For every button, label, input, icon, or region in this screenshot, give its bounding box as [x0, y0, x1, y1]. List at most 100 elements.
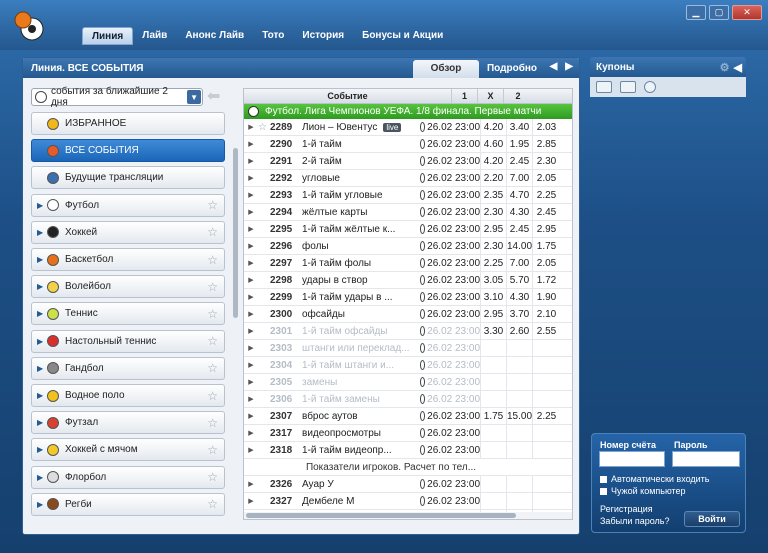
sidebar-item-5[interactable]: ▶ Баскетбол ☆: [31, 248, 225, 271]
odd-2[interactable]: 2.95: [532, 220, 560, 238]
league-row[interactable]: Футбол. Лига Чемпионов УЕФА. 1/8 финала.…: [244, 104, 572, 119]
expand-icon[interactable]: ▶: [37, 391, 45, 400]
odd-1[interactable]: 2.25: [480, 254, 506, 272]
odd-x[interactable]: 15.00: [506, 407, 532, 425]
tab-0[interactable]: Линия: [82, 27, 134, 45]
table-row[interactable]: ▶ 2292 угловые 26.02 23:00 2.20 7.00 2.05: [244, 169, 572, 187]
sidebar-item-1[interactable]: ВСЕ СОБЫТИЯ: [31, 139, 225, 163]
close-button[interactable]: ✕: [732, 5, 762, 20]
expand-icon[interactable]: ▶: [244, 310, 258, 318]
auto-login-checkbox[interactable]: Автоматически входить: [600, 474, 710, 484]
sidebar-item-9[interactable]: ▶ Гандбол ☆: [31, 356, 225, 380]
expand-icon[interactable]: ▶: [244, 361, 258, 369]
tab-4[interactable]: История: [293, 27, 353, 45]
expand-icon[interactable]: ▶: [244, 344, 258, 352]
pin-icon[interactable]: ◀: [734, 61, 742, 74]
maximize-button[interactable]: ▢: [709, 5, 729, 20]
odd-x[interactable]: 4.70: [506, 186, 532, 204]
odd-1[interactable]: 4.20: [480, 152, 506, 170]
forgot-password-link[interactable]: Забыли пароль?: [600, 516, 669, 526]
table-row[interactable]: ▶ 2307 вброс аутов 26.02 23:00 1.75 15.00 2.25: [244, 407, 572, 425]
expand-icon[interactable]: ▶: [244, 140, 258, 148]
expand-icon[interactable]: ▶: [244, 378, 258, 386]
odd-2[interactable]: 2.45: [532, 203, 560, 221]
tab-5[interactable]: Бонусы и Акции: [353, 27, 452, 45]
odd-1[interactable]: 4.20: [480, 118, 506, 136]
odd-x[interactable]: [506, 390, 532, 408]
odd-1[interactable]: 2.35: [480, 186, 506, 204]
favorite-star-icon[interactable]: ☆: [207, 253, 218, 267]
odd-1[interactable]: [480, 424, 506, 442]
system-bet-icon[interactable]: [644, 81, 656, 93]
favorite-star-icon[interactable]: ☆: [207, 334, 218, 348]
expand-icon[interactable]: ▶: [37, 255, 45, 264]
table-row[interactable]: ▶ 2317 видеопросмотры 26.02 23:00: [244, 424, 572, 442]
favorite-star-icon[interactable]: ☆: [207, 280, 218, 294]
odd-x[interactable]: 3.40: [506, 118, 532, 136]
expand-icon[interactable]: ▶: [244, 446, 258, 454]
events-scrollbar[interactable]: [244, 512, 572, 519]
sidebar-scrollbar[interactable]: [233, 88, 238, 528]
odd-x[interactable]: 4.30: [506, 288, 532, 306]
password-input[interactable]: [672, 451, 740, 467]
expand-icon[interactable]: ▶: [244, 497, 258, 505]
express-bet-icon[interactable]: [620, 81, 636, 93]
expand-icon[interactable]: ▶: [37, 418, 45, 427]
odd-2[interactable]: 2.25: [532, 186, 560, 204]
sidebar-item-12[interactable]: ▶ Хоккей с мячом ☆: [31, 438, 225, 462]
odd-1[interactable]: 3.05: [480, 271, 506, 289]
odd-x[interactable]: [506, 373, 532, 391]
table-row[interactable]: ▶ 2290 1-й тайм 26.02 23:00 4.60 1.95 2.85: [244, 135, 572, 153]
arrow-right-icon[interactable]: ▶: [565, 61, 573, 72]
odd-1[interactable]: 1.75: [480, 407, 506, 425]
table-row[interactable]: ▶ 2326 Ауар У 26.02 23:00: [244, 475, 572, 493]
expand-icon[interactable]: ▶: [244, 429, 258, 437]
odd-x[interactable]: 14.00: [506, 237, 532, 255]
table-row[interactable]: ▶ 2296 фолы 26.02 23:00 2.30 14.00 1.75: [244, 237, 572, 255]
odd-2[interactable]: 2.55: [532, 322, 560, 340]
sidebar-item-10[interactable]: ▶ Водное поло ☆: [31, 384, 225, 407]
tab-1[interactable]: Лайв: [133, 27, 176, 45]
table-row[interactable]: ▶ 2305 замены 26.02 23:00: [244, 373, 572, 391]
odd-x[interactable]: 7.00: [506, 254, 532, 272]
expand-icon[interactable]: ▶: [244, 259, 258, 267]
odd-2[interactable]: 2.30: [532, 152, 560, 170]
odd-x[interactable]: [506, 339, 532, 357]
odd-x[interactable]: 7.00: [506, 169, 532, 187]
odd-1[interactable]: [480, 339, 506, 357]
odd-x[interactable]: [506, 492, 532, 510]
odd-2[interactable]: [532, 492, 560, 510]
login-button[interactable]: Войти: [684, 511, 740, 527]
sidebar-item-3[interactable]: ▶ Футбол ☆: [31, 193, 225, 217]
expand-icon[interactable]: ▶: [244, 480, 258, 488]
odd-1[interactable]: 2.20: [480, 169, 506, 187]
expand-icon[interactable]: ▶: [37, 473, 45, 482]
odd-1[interactable]: [480, 356, 506, 374]
expand-icon[interactable]: ▶: [244, 225, 258, 233]
odd-2[interactable]: 1.72: [532, 271, 560, 289]
sidebar-item-2[interactable]: Будущие трансляции: [31, 166, 225, 190]
favorite-star-icon[interactable]: ☆: [207, 497, 218, 511]
odd-2[interactable]: 2.85: [532, 135, 560, 153]
favorite-star-icon[interactable]: ☆: [207, 307, 218, 321]
sidebar-item-6[interactable]: ▶ Волейбол ☆: [31, 275, 225, 299]
odd-2[interactable]: [532, 475, 560, 493]
odd-1[interactable]: 2.95: [480, 305, 506, 323]
col-x[interactable]: X: [478, 89, 504, 103]
table-row[interactable]: ▶ 2318 1-й тайм видеопр... 26.02 23:00: [244, 441, 572, 459]
favorite-star-icon[interactable]: ☆: [207, 198, 218, 212]
odd-x[interactable]: 3.70: [506, 305, 532, 323]
expand-icon[interactable]: ▶: [37, 228, 45, 237]
favorite-star-icon[interactable]: ☆: [258, 122, 270, 133]
expand-icon[interactable]: ▶: [244, 208, 258, 216]
favorite-star-icon[interactable]: ☆: [207, 361, 218, 375]
table-row[interactable]: ▶ 2299 1-й тайм удары в ... 26.02 23:00 3.10…: [244, 288, 572, 306]
expand-icon[interactable]: ▶: [37, 201, 45, 210]
favorite-star-icon[interactable]: ☆: [207, 225, 218, 239]
favorite-star-icon[interactable]: ☆: [207, 416, 218, 430]
table-row[interactable]: ▶ 2295 1-й тайм жёлтые к... 26.02 23:00 2.95…: [244, 220, 572, 238]
expand-icon[interactable]: ▶: [37, 337, 45, 346]
odd-1[interactable]: 3.10: [480, 288, 506, 306]
table-row[interactable]: ▶ 2294 жёлтые карты 26.02 23:00 2.30 4.30 2.45: [244, 203, 572, 221]
expand-icon[interactable]: ▶: [244, 395, 258, 403]
